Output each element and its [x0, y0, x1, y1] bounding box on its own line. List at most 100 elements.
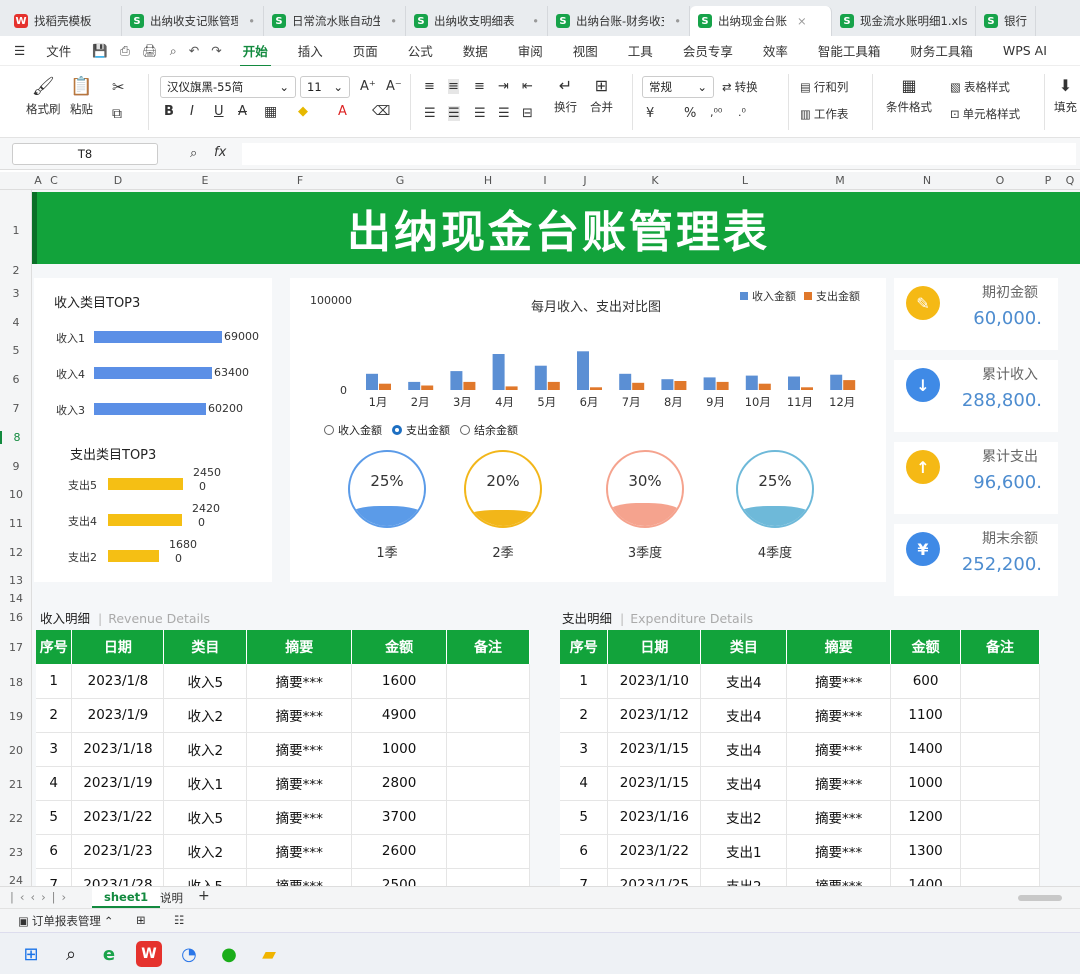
row-col-button[interactable]: ▤ 行和列	[800, 79, 848, 95]
table-cell[interactable]	[960, 698, 1040, 733]
wechat-icon[interactable]: ●	[216, 941, 242, 967]
table-cell[interactable]: 摘要***	[246, 732, 353, 767]
table-cell[interactable]: 支出4	[700, 766, 788, 801]
column-header-cell[interactable]: 日期	[71, 630, 165, 664]
wrap-text-button[interactable]: ↵ 换行	[554, 76, 577, 115]
table-cell[interactable]	[446, 732, 530, 767]
table-cell[interactable]: 2	[36, 698, 73, 733]
table-cell[interactable]: 2023/1/22	[607, 834, 702, 869]
sheet-nav-icons[interactable]: |‹‹›|›	[10, 890, 72, 904]
table-cell[interactable]: 支出2	[700, 868, 788, 886]
table-cell[interactable]: 摘要***	[786, 834, 892, 869]
table-cell[interactable]	[446, 664, 530, 699]
table-cell[interactable]: 5	[36, 800, 73, 835]
close-icon[interactable]: •	[674, 14, 681, 28]
table-row[interactable]: 3 2023/1/18 收入2 摘要*** 1000	[36, 732, 530, 767]
row-label[interactable]: 3	[0, 287, 32, 300]
font-color-icon[interactable]: A	[338, 104, 347, 119]
menu-item[interactable]: 工具	[613, 41, 668, 60]
menu-item[interactable]: 会员专享	[668, 41, 748, 60]
column-label[interactable]: M	[830, 174, 850, 187]
add-sheet-icon[interactable]: +	[198, 888, 210, 904]
format-painter-button[interactable]: 🖌 格式刷	[26, 76, 61, 117]
series-radio[interactable]: 支出金额	[392, 422, 450, 438]
table-cell[interactable]: 6	[36, 834, 73, 869]
table-row[interactable]: 2 2023/1/12 支出4 摘要*** 1100	[560, 698, 1040, 733]
table-cell[interactable]: 摘要***	[786, 732, 892, 767]
doc-tab[interactable]: S银行存	[976, 6, 1036, 36]
table-cell[interactable]: 4900	[351, 698, 448, 733]
table-cell[interactable]: 1600	[351, 664, 448, 699]
column-header-cell[interactable]: 序号	[36, 630, 73, 664]
column-label[interactable]: G	[390, 174, 410, 187]
table-cell[interactable]: 2023/1/16	[607, 800, 702, 835]
table-row[interactable]: 5 2023/1/22 收入5 摘要*** 3700	[36, 800, 530, 835]
table-cell[interactable]	[446, 698, 530, 733]
quick-access-icon[interactable]: 🖨	[136, 43, 164, 59]
table-cell[interactable]: 收入2	[163, 834, 248, 869]
close-icon[interactable]: •	[248, 14, 255, 28]
fill-color-icon[interactable]: ◆	[298, 104, 308, 119]
column-header-cell[interactable]: 备注	[446, 630, 530, 664]
table-cell[interactable]: 2023/1/18	[71, 732, 165, 767]
table-cell[interactable]: 1000	[890, 766, 962, 801]
sheet-tab-readme[interactable]: 说明	[160, 890, 183, 906]
paste-button[interactable]: 📋 粘贴	[70, 76, 93, 117]
table-cell[interactable]: 1	[560, 664, 609, 699]
column-label[interactable]: I	[535, 174, 555, 187]
table-cell[interactable]: 摘要***	[786, 766, 892, 801]
align-center-icon[interactable]: ☰	[448, 106, 460, 121]
menu-item[interactable]: 智能工具箱	[803, 41, 896, 60]
align-top-icon[interactable]: ≡	[424, 79, 435, 94]
table-cell[interactable]	[960, 732, 1040, 767]
table-cell[interactable]: 收入5	[163, 800, 248, 835]
table-cell[interactable]: 1100	[890, 698, 962, 733]
menu-item[interactable]: 审阅	[503, 41, 558, 60]
row-label[interactable]: 23	[0, 846, 32, 859]
row-label[interactable]: 1	[0, 224, 32, 237]
series-radio[interactable]: 结余金额	[460, 422, 518, 438]
indent-icon[interactable]: ⇥	[498, 79, 509, 94]
bold-button[interactable]: B	[164, 104, 174, 119]
macro-status[interactable]: ▣ 订单报表管理 ⌃	[18, 913, 114, 929]
menu-item[interactable]: 数据	[448, 41, 503, 60]
table-cell[interactable]	[446, 800, 530, 835]
column-label[interactable]: P	[1038, 174, 1058, 187]
menu-icon[interactable]: ☰	[0, 43, 31, 58]
convert-button[interactable]: ⇄ 转换	[722, 79, 758, 95]
table-row[interactable]: 3 2023/1/15 支出4 摘要*** 1400	[560, 732, 1040, 767]
align-middle-icon[interactable]: ≡	[448, 79, 459, 94]
menu-item[interactable]: 效率	[748, 41, 803, 60]
sheet-tab-sheet1[interactable]: sheet1	[92, 887, 161, 908]
sync-icon[interactable]: ◔	[176, 941, 202, 967]
table-cell[interactable]: 2600	[351, 834, 448, 869]
doc-tab[interactable]: S 出纳收支明细表（ •	[406, 6, 548, 36]
browser-icon[interactable]: e	[96, 941, 122, 967]
row-label[interactable]: 14	[0, 592, 32, 605]
folder-icon[interactable]: ▰	[256, 941, 282, 967]
table-cell[interactable]: 摘要***	[246, 698, 353, 733]
quick-access-icon[interactable]: ⌕	[164, 43, 183, 59]
quick-access-icon[interactable]: 💾	[86, 43, 114, 59]
table-row[interactable]: 4 2023/1/19 收入1 摘要*** 2800	[36, 766, 530, 801]
align-bottom-icon[interactable]: ≡	[474, 79, 485, 94]
zoom-icon[interactable]: ⌕	[190, 146, 197, 161]
copy-icon[interactable]: ⧉	[112, 106, 122, 122]
horizontal-scrollbar[interactable]	[1018, 895, 1062, 901]
table-cell[interactable]: 1400	[890, 732, 962, 767]
table-cell[interactable]: 600	[890, 664, 962, 699]
row-label[interactable]: 9	[0, 460, 32, 473]
table-row[interactable]: 72023/1/25支出2摘要***1400	[560, 868, 1040, 886]
increase-font-icon[interactable]: A⁺	[360, 79, 376, 94]
quick-access-icon[interactable]: ↶	[183, 43, 205, 58]
table-cell[interactable]	[960, 664, 1040, 699]
outdent-icon[interactable]: ⇤	[522, 79, 533, 94]
font-size-select[interactable]: 11 ⌄	[300, 76, 350, 98]
column-label[interactable]: K	[645, 174, 665, 187]
table-cell[interactable]: 摘要***	[786, 664, 892, 699]
justify-icon[interactable]: ☰	[498, 106, 510, 121]
row-label[interactable]: 20	[0, 744, 32, 757]
table-cell[interactable]: 1	[36, 664, 73, 699]
table-cell[interactable]: 2023/1/28	[71, 868, 165, 886]
close-icon[interactable]: •	[532, 14, 539, 28]
